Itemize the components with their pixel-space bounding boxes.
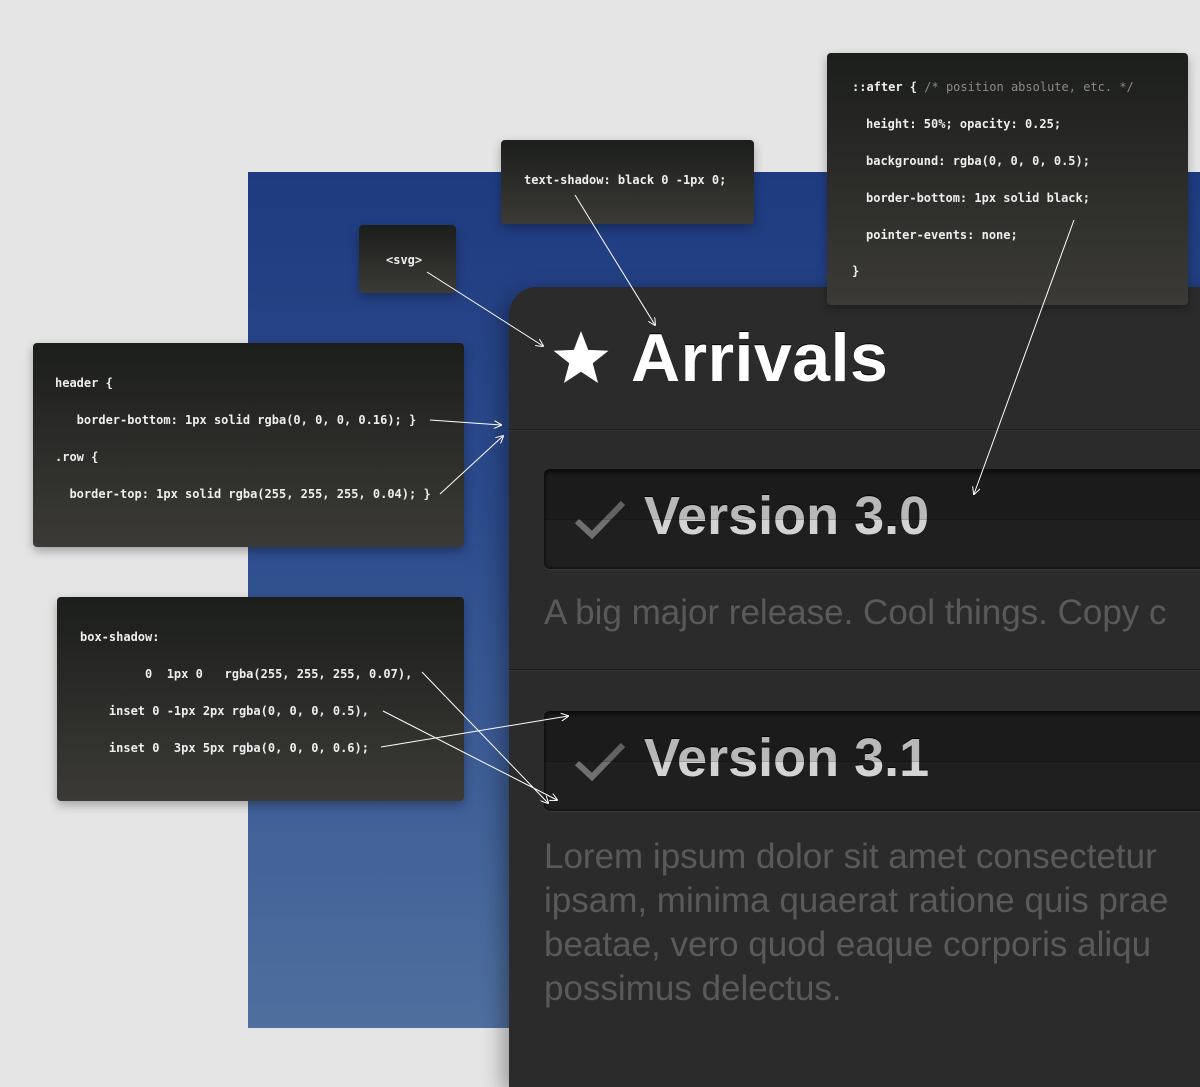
- header-row-annotation: header { border-bottom: 1px solid rgba(0…: [33, 343, 464, 547]
- annotation-line: box-shadow:: [80, 630, 160, 644]
- version-row: Version 3.1 Lorem ipsum dolor sit amet c…: [509, 670, 1200, 1087]
- annotation-line: border-bottom: 1px solid rgba(0, 0, 0, 0…: [55, 413, 417, 427]
- annotation-line: ::after { /* position absolute, etc. */: [852, 80, 1134, 94]
- version-header-bar[interactable]: Version 3.0: [544, 469, 1200, 569]
- box-shadow-annotation: box-shadow: 0 1px 0 rgba(255, 255, 255, …: [57, 597, 464, 801]
- version-title: Version 3.1: [644, 728, 930, 788]
- annotation-line: border-bottom: 1px solid black;: [866, 191, 1090, 205]
- text-shadow-annotation: text-shadow: black 0 -1px 0;: [501, 140, 754, 224]
- annotation-line: height: 50%; opacity: 0.25;: [866, 117, 1062, 131]
- annotation-line: pointer-events: none;: [866, 228, 1018, 242]
- version-description: Lorem ipsum dolor sit amet consectetur i…: [544, 837, 1169, 1008]
- annotation-line: .row {: [55, 450, 99, 464]
- annotation-comment: /* position absolute, etc. */: [924, 80, 1134, 94]
- checkmark-icon: [574, 742, 626, 782]
- version-description: A big major release. Cool things. Copy c: [544, 593, 1167, 632]
- version-row: Version 3.0 A big major release. Cool th…: [509, 430, 1200, 670]
- annotation-line: border-top: 1px solid rgba(255, 255, 255…: [55, 487, 431, 501]
- annotation-line: header {: [55, 376, 113, 390]
- checkmark-icon: [574, 500, 626, 540]
- annotation-line: inset 0 -1px 2px rgba(0, 0, 0, 0.5),: [80, 704, 369, 718]
- annotation-line: background: rgba(0, 0, 0, 0.5);: [866, 154, 1090, 168]
- annotation-line: <svg>: [386, 253, 423, 267]
- annotation-line: }: [852, 264, 860, 278]
- after-annotation: ::after { /* position absolute, etc. */ …: [827, 53, 1188, 305]
- version-title: Version 3.0: [644, 486, 930, 546]
- svg-annotation: <svg>: [359, 225, 456, 293]
- page-title: Arrivals: [631, 320, 889, 396]
- annotation-line: inset 0 3px 5px rgba(0, 0, 0, 0.6);: [80, 741, 369, 755]
- annotation-selector: ::after {: [852, 80, 918, 94]
- version-header-bar[interactable]: Version 3.1: [544, 711, 1200, 811]
- annotation-line: text-shadow: black 0 -1px 0;: [524, 173, 727, 187]
- app-header: Arrivals: [509, 287, 1200, 430]
- star-icon: [553, 331, 609, 383]
- arrivals-app-panel: Arrivals Version 3.0 A big major release…: [509, 287, 1200, 1087]
- annotation-line: 0 1px 0 rgba(255, 255, 255, 0.07),: [80, 667, 413, 681]
